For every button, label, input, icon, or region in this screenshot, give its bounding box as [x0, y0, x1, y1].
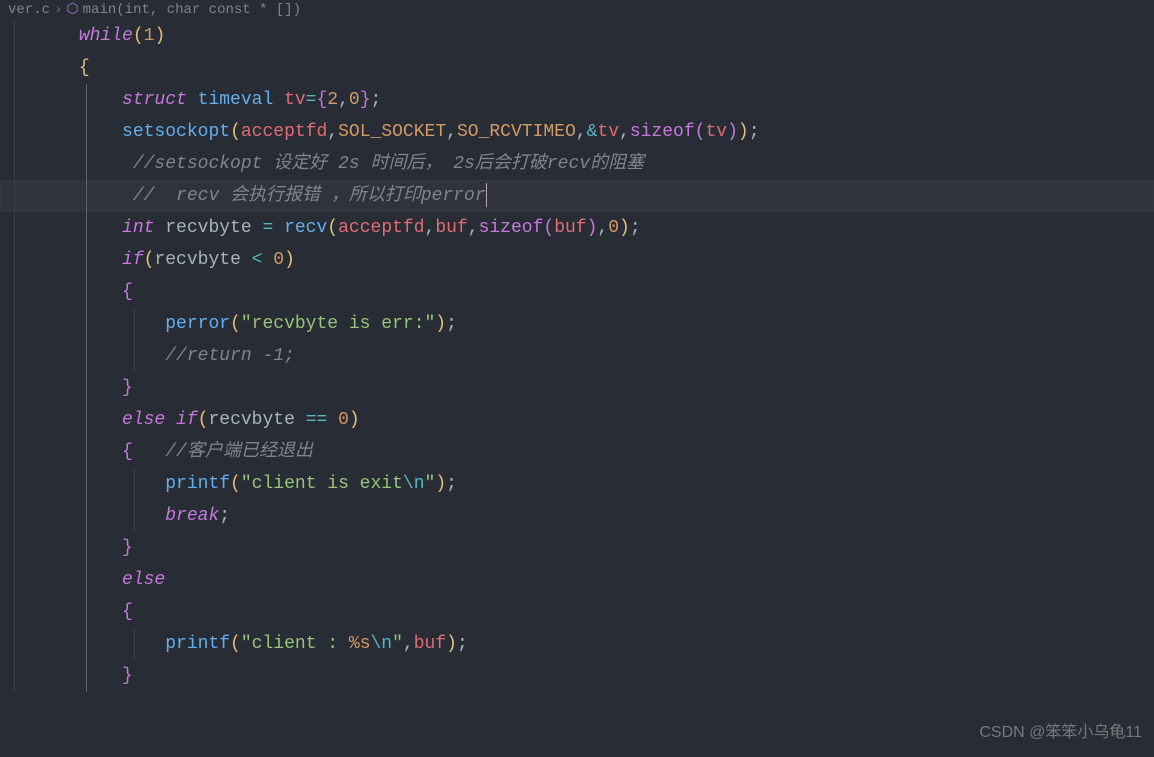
code-line[interactable]: struct timeval tv={2,0}; [0, 84, 1154, 116]
code-line[interactable]: while(1) [0, 20, 1154, 52]
code-line[interactable]: perror("recvbyte is err:"); [0, 308, 1154, 340]
comment: //setsockopt 设定好 2s 时间后， 2s后会打破recv的阻塞 [133, 154, 644, 174]
code-line[interactable]: else if(recvbyte == 0) [0, 404, 1154, 436]
function-icon: ⬡ [66, 0, 78, 22]
code-line[interactable]: printf("client is exit\n"); [0, 468, 1154, 500]
breadcrumb-symbol[interactable]: main(int, char const * []) [83, 0, 301, 22]
breadcrumb[interactable]: ver.c › ⬡ main(int, char const * []) [0, 0, 1154, 20]
code-line[interactable]: { [0, 52, 1154, 84]
code-line[interactable]: //setsockopt 设定好 2s 时间后， 2s后会打破recv的阻塞 [0, 148, 1154, 180]
breadcrumb-separator: › [54, 0, 62, 22]
code-line[interactable]: setsockopt(acceptfd,SOL_SOCKET,SO_RCVTIM… [0, 116, 1154, 148]
code-line[interactable]: } [0, 532, 1154, 564]
code-line[interactable]: break; [0, 500, 1154, 532]
keyword-while: while [79, 26, 133, 46]
code-line[interactable]: int recvbyte = recv(acceptfd,buf,sizeof(… [0, 212, 1154, 244]
breadcrumb-file[interactable]: ver.c [8, 0, 50, 22]
code-line[interactable]: { [0, 596, 1154, 628]
code-line[interactable]: { [0, 276, 1154, 308]
code-line[interactable]: else [0, 564, 1154, 596]
code-line[interactable]: if(recvbyte < 0) [0, 244, 1154, 276]
text-cursor [486, 183, 487, 207]
comment: // recv 会执行报错 ，所以打印perror [133, 186, 486, 206]
watermark: CSDN @笨笨小乌龟11 [979, 719, 1142, 747]
code-line[interactable]: } [0, 372, 1154, 404]
comment: //客户端已经退出 [133, 442, 313, 462]
code-line[interactable]: printf("client : %s\n",buf); [0, 628, 1154, 660]
comment: //return -1; [165, 346, 295, 366]
code-line[interactable]: { //客户端已经退出 [0, 436, 1154, 468]
code-editor[interactable]: while(1) { struct timeval tv={2,0}; sets… [0, 20, 1154, 692]
code-line[interactable]: //return -1; [0, 340, 1154, 372]
code-line[interactable]: } [0, 660, 1154, 692]
code-line-active[interactable]: // recv 会执行报错 ，所以打印perror [0, 180, 1154, 212]
